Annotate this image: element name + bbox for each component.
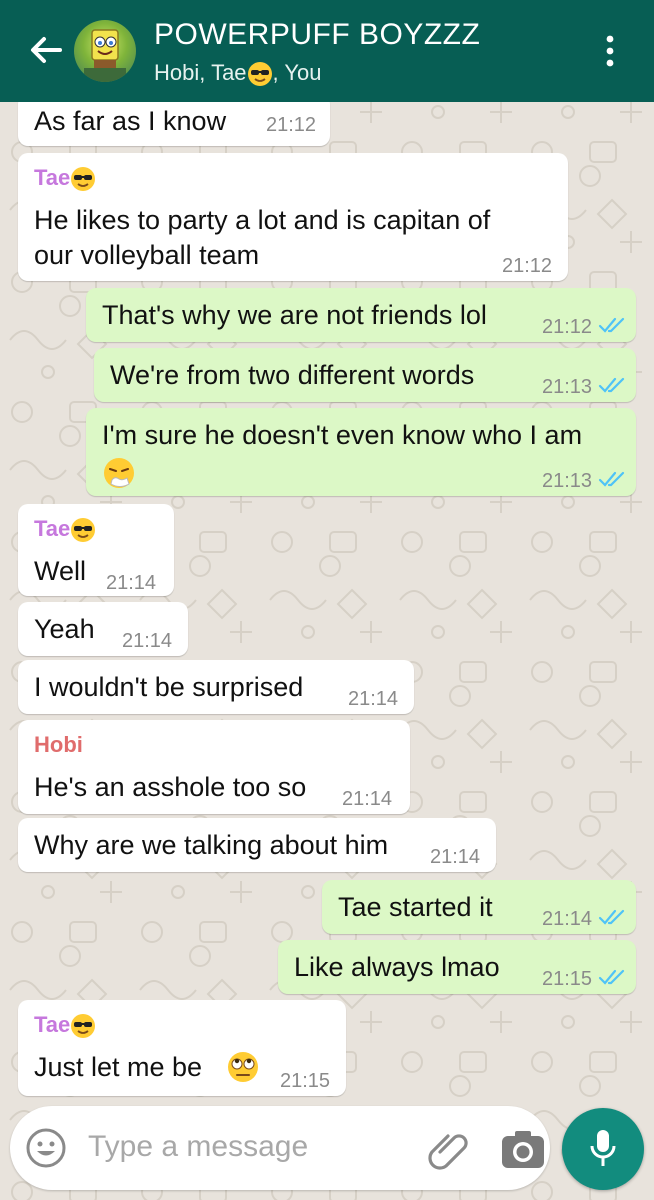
message-text: our volleyball team bbox=[34, 240, 260, 270]
read-ticks-icon bbox=[598, 377, 625, 393]
microphone-icon bbox=[590, 1130, 616, 1166]
group-title[interactable]: POWERPUFF BOYZZZ bbox=[154, 18, 480, 52]
incoming-message[interactable]: Tae He likes to party a lot and is capit… bbox=[18, 153, 568, 281]
message-text: Yeah bbox=[34, 614, 95, 644]
outgoing-message[interactable]: Tae started it 21:14 bbox=[322, 880, 636, 934]
sneezing-face-emoji bbox=[104, 458, 134, 488]
message-text: That's why we are not friends lol bbox=[102, 300, 487, 330]
message-text: Well bbox=[34, 556, 87, 586]
sender-name: Hobi bbox=[34, 732, 83, 757]
incoming-message[interactable]: Why are we talking about him 21:14 bbox=[18, 818, 496, 872]
incoming-message[interactable]: Yeah 21:14 bbox=[18, 602, 188, 656]
message-list[interactable]: As far as I know 21:12 Tae He likes to p… bbox=[0, 94, 654, 1102]
sunglasses-face-emoji bbox=[247, 62, 272, 87]
message-text: I wouldn't be surprised bbox=[34, 672, 304, 702]
kebab-menu-icon[interactable] bbox=[598, 34, 622, 68]
read-ticks-icon bbox=[598, 969, 625, 985]
members-you: , You bbox=[272, 60, 322, 85]
message-text: We're from two different words bbox=[110, 360, 475, 390]
message-text: Just let me be bbox=[34, 1052, 203, 1082]
message-time: 21:13 bbox=[542, 376, 593, 398]
message-time: 21:14 bbox=[542, 908, 593, 930]
incoming-message[interactable]: Tae Just let me be 21:15 bbox=[18, 1000, 346, 1096]
message-composer[interactable]: Type a message bbox=[10, 1106, 550, 1190]
read-ticks-icon bbox=[598, 909, 625, 925]
sender-name: Tae bbox=[34, 1012, 96, 1039]
message-text: Tae started it bbox=[338, 892, 493, 922]
message-time: 21:14 bbox=[106, 572, 157, 594]
members-text: Hobi, Tae bbox=[154, 60, 247, 85]
message-time: 21:14 bbox=[122, 630, 173, 652]
message-time: 21:14 bbox=[342, 788, 393, 810]
paperclip-icon[interactable] bbox=[426, 1126, 474, 1174]
microphone-button[interactable] bbox=[562, 1108, 644, 1190]
eye-roll-face-emoji bbox=[228, 1052, 258, 1082]
read-ticks-icon bbox=[598, 471, 625, 487]
sender-name: Tae bbox=[34, 165, 96, 192]
message-time: 21:12 bbox=[266, 114, 317, 136]
sender-name: Tae bbox=[34, 516, 96, 543]
message-text: He likes to party a lot and is capitan o… bbox=[34, 205, 491, 235]
group-members[interactable]: Hobi, Tae , You bbox=[154, 60, 322, 87]
message-time: 21:12 bbox=[502, 255, 553, 277]
outgoing-message[interactable]: We're from two different words 21:13 bbox=[94, 348, 636, 402]
smiley-icon[interactable] bbox=[24, 1126, 68, 1170]
camera-icon[interactable] bbox=[498, 1126, 548, 1174]
read-ticks-icon bbox=[598, 317, 625, 333]
incoming-message[interactable]: Tae Well 21:14 bbox=[18, 504, 174, 596]
arrow-left-icon[interactable] bbox=[24, 28, 68, 72]
outgoing-message[interactable]: Like always lmao 21:15 bbox=[278, 940, 636, 994]
outgoing-message[interactable]: That's why we are not friends lol 21:12 bbox=[86, 288, 636, 342]
incoming-message[interactable]: Hobi He's an asshole too so 21:14 bbox=[18, 720, 410, 814]
message-time: 21:12 bbox=[542, 316, 593, 338]
chat-header: POWERPUFF BOYZZZ Hobi, Tae , You bbox=[0, 0, 654, 102]
message-text: As far as I know bbox=[34, 106, 227, 136]
message-input[interactable]: Type a message bbox=[88, 1130, 308, 1164]
message-time: 21:15 bbox=[280, 1070, 331, 1092]
message-text: I'm sure he doesn't even know who I am bbox=[102, 420, 583, 450]
sunglasses-face-emoji bbox=[71, 518, 96, 543]
message-time: 21:13 bbox=[542, 470, 593, 492]
message-time: 21:15 bbox=[542, 968, 593, 990]
message-time: 21:14 bbox=[430, 846, 481, 868]
group-avatar[interactable] bbox=[74, 20, 136, 82]
message-text: He's an asshole too so bbox=[34, 772, 307, 802]
sunglasses-face-emoji bbox=[71, 167, 96, 192]
message-text: Why are we talking about him bbox=[34, 830, 389, 860]
message-text: Like always lmao bbox=[294, 952, 500, 982]
outgoing-message[interactable]: I'm sure he doesn't even know who I am 2… bbox=[86, 408, 636, 496]
message-time: 21:14 bbox=[348, 688, 399, 710]
sunglasses-face-emoji bbox=[71, 1014, 96, 1039]
incoming-message[interactable]: I wouldn't be surprised 21:14 bbox=[18, 660, 414, 714]
